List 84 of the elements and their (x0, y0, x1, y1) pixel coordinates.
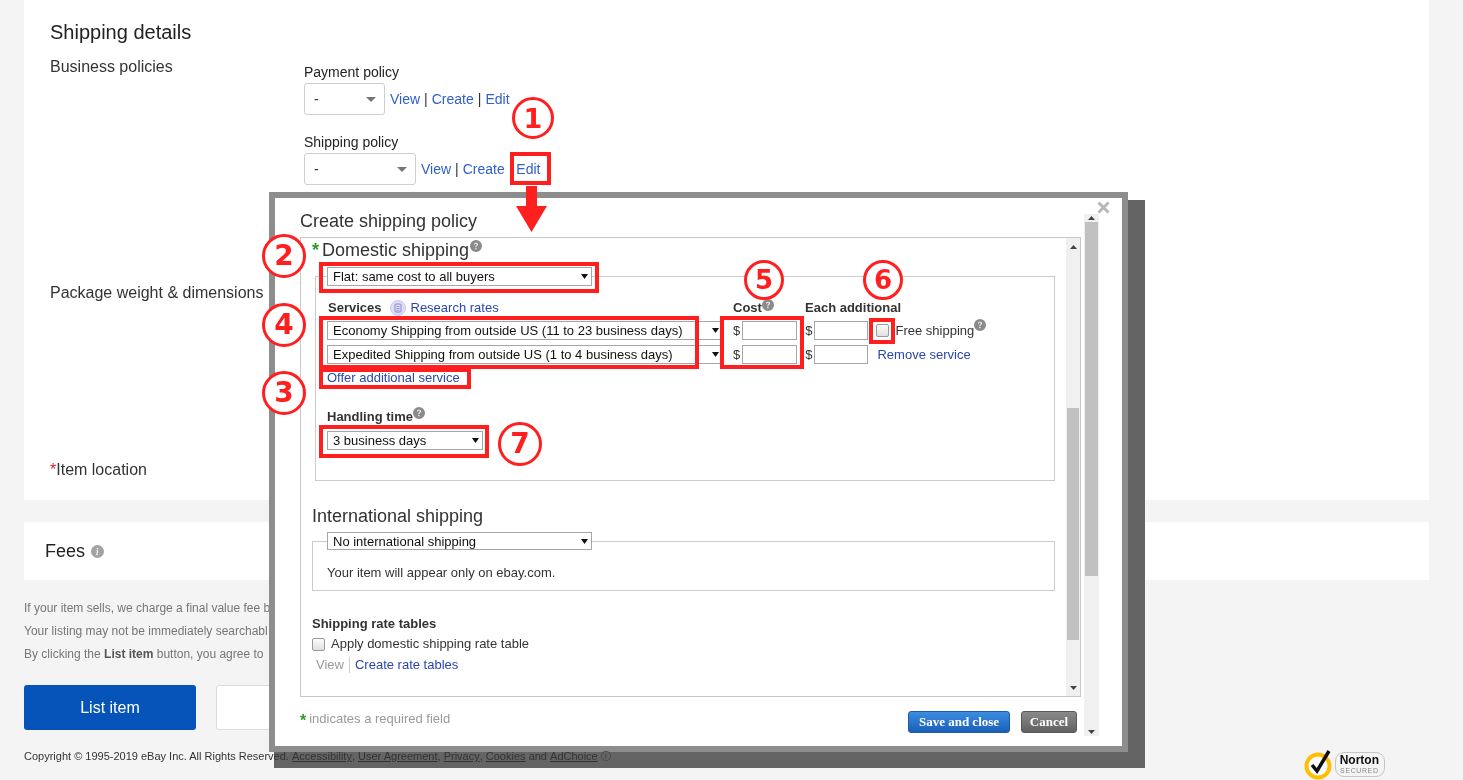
policy-label: Payment policy (304, 63, 399, 81)
section-title: Domestic shipping (322, 239, 470, 261)
checkbox[interactable] (312, 637, 325, 651)
field-label: Handling time (327, 409, 413, 425)
column-header: Services (327, 301, 382, 315)
currency-symbol: $ (733, 322, 741, 340)
cost-input[interactable] (742, 345, 798, 364)
help-icon[interactable] (470, 240, 483, 252)
required-mark: * (50, 460, 57, 480)
caret-icon (712, 328, 719, 333)
link-separator: | (423, 90, 429, 108)
column-header: Each additional (805, 301, 902, 315)
research-rates-link[interactable]: Research rates (410, 301, 499, 315)
caret-icon (472, 438, 479, 443)
service-select[interactable]: Economy Shipping from outside US (11 to 23 business days) (327, 321, 723, 340)
document-icon[interactable] (389, 300, 406, 316)
info-text: Your item will appear only on ebay.com. (327, 566, 556, 580)
help-icon[interactable] (974, 319, 987, 331)
policy-link[interactable]: View (390, 90, 421, 108)
remove-service-link[interactable]: Remove service (877, 345, 971, 364)
rate-table-link[interactable]: Create rate tables (354, 658, 459, 672)
field-label: Business policies (50, 57, 173, 77)
cancel-button[interactable]: Cancel (1021, 710, 1077, 733)
required-note: indicates a required field (309, 710, 451, 727)
currency-symbol: $ (733, 346, 741, 364)
help-icon[interactable] (761, 299, 774, 311)
cost-type-select[interactable]: Flat: same cost to all buyers (327, 267, 592, 286)
highlight-frame (869, 318, 895, 344)
additional-cost-input[interactable] (814, 345, 869, 364)
caret-icon (712, 352, 719, 357)
scroll-up-icon[interactable] (1069, 245, 1077, 249)
checkbox-label: Free shipping (895, 322, 975, 340)
currency-symbol: $ (805, 346, 813, 364)
link-separator: | (476, 90, 483, 108)
section-title: Fees (45, 540, 86, 562)
scroll-down-icon[interactable] (1069, 686, 1077, 690)
service-select[interactable]: Expedited Shipping from outside US (1 to 4 business days) (327, 345, 723, 364)
policy-select[interactable]: - (304, 153, 416, 185)
offer-service-link[interactable]: Offer additional service (327, 371, 460, 385)
policy-select[interactable]: - (304, 83, 385, 115)
scrollbar[interactable] (1084, 214, 1099, 736)
info-icon[interactable] (91, 544, 105, 558)
save-button[interactable]: Save and close (908, 710, 1010, 733)
caret-icon (581, 538, 588, 544)
highlight-frame (510, 152, 551, 185)
required-mark: * (312, 239, 319, 261)
policy-link[interactable]: Edit (516, 160, 541, 178)
section-title: Shipping rate tables (312, 617, 437, 631)
field-label: Package weight & dimensions (50, 283, 264, 303)
section-title: Shipping details (50, 20, 192, 44)
international-select[interactable]: No international shipping (327, 532, 592, 550)
currency-symbol: $ (805, 322, 813, 340)
scroll-up-icon[interactable] (1088, 216, 1095, 220)
policy-link[interactable]: View (421, 160, 452, 178)
scrollbar-thumb[interactable] (1085, 222, 1098, 576)
caret-icon (366, 96, 376, 102)
policy-link[interactable]: Edit (485, 90, 510, 108)
caret-icon (397, 166, 407, 172)
logo-text: Norton (1339, 753, 1379, 767)
scroll-down-icon[interactable] (1088, 730, 1095, 734)
scrollbar-thumb[interactable] (1067, 408, 1079, 640)
list-item-button[interactable]: List item (24, 685, 196, 730)
caret-icon (581, 274, 588, 279)
help-icon[interactable] (412, 407, 425, 419)
policy-label: Shipping policy (304, 133, 399, 151)
additional-cost-input[interactable] (814, 321, 869, 340)
handling-time-select[interactable]: 3 business days (327, 431, 483, 450)
secondary-button[interactable] (216, 685, 272, 730)
info-icon[interactable] (600, 751, 611, 761)
link-separator: | (454, 160, 460, 178)
policy-link[interactable]: Create (431, 90, 474, 108)
scrollbar[interactable] (1066, 238, 1080, 696)
checkbox[interactable] (876, 324, 890, 337)
policy-link[interactable]: Create (462, 160, 505, 178)
section-title: International shipping (312, 505, 484, 527)
required-mark: * (300, 713, 307, 729)
down-arrow-icon (516, 186, 547, 232)
field-label: Item location (56, 460, 147, 480)
dialog-title: Create shipping policy (300, 210, 478, 232)
notice-text: Your listing may not be immediately searchabl (24, 623, 268, 640)
column-header: Cost (733, 301, 762, 315)
checkbox-label: Apply domestic shipping rate table (331, 636, 529, 652)
notice-text: By clicking the List item button, you agree to (24, 646, 264, 663)
cost-input[interactable] (742, 321, 798, 340)
